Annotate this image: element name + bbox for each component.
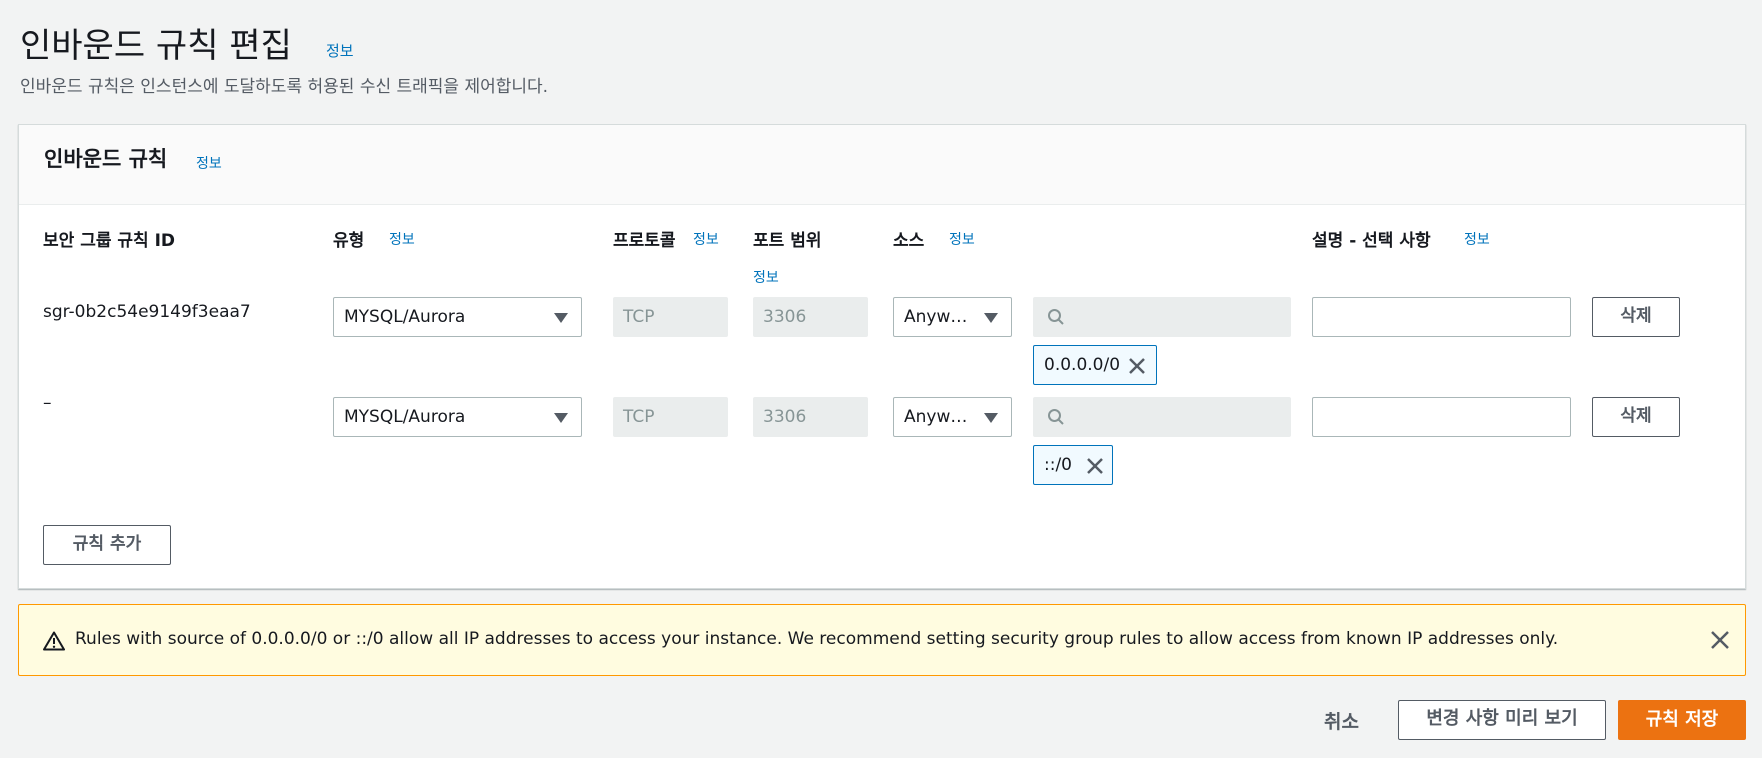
close-icon[interactable]: [1709, 629, 1731, 651]
port-range-field: 3306: [753, 297, 868, 337]
column-type: 유형: [333, 231, 365, 251]
column-rule-id: 보안 그룹 규칙 ID: [43, 231, 176, 251]
type-select[interactable]: MYSQL/Aurora: [333, 397, 582, 437]
caret-down-icon: [554, 413, 568, 423]
preview-changes-button[interactable]: 변경 사항 미리 보기: [1398, 700, 1606, 740]
panel-title: 인바운드 규칙: [44, 147, 168, 171]
type-select[interactable]: MYSQL/Aurora: [333, 297, 582, 337]
rule-id: sgr-0b2c54e9149f3eaa7: [43, 302, 251, 322]
column-protocol: 프로토콜: [613, 231, 676, 251]
cancel-button[interactable]: 취소: [1324, 707, 1359, 734]
column-source: 소스: [893, 231, 925, 251]
column-port-range: 포트 범위: [753, 231, 822, 251]
alert-message: Rules with source of 0.0.0.0/0 or ::/0 a…: [75, 629, 1559, 649]
column-source-info-link[interactable]: 정보: [949, 229, 975, 249]
column-description: 설명 - 선택 사항: [1312, 231, 1431, 251]
add-rule-button[interactable]: 규칙 추가: [43, 525, 171, 565]
description-input[interactable]: [1312, 297, 1571, 337]
type-select-value: MYSQL/Aurora: [344, 307, 466, 327]
caret-down-icon: [984, 313, 998, 323]
inbound-rules-panel: 인바운드 규칙 정보 보안 그룹 규칙 ID 유형 정보 프로토콜 정보 포트 …: [18, 124, 1746, 589]
description-input[interactable]: [1312, 397, 1571, 437]
warning-alert: Rules with source of 0.0.0.0/0 or ::/0 a…: [18, 604, 1746, 676]
search-icon: [1048, 409, 1064, 425]
source-token: ::/0: [1033, 445, 1113, 485]
close-icon[interactable]: [1086, 457, 1104, 475]
source-select[interactable]: Anyw…: [893, 297, 1012, 337]
source-search-input[interactable]: [1033, 297, 1291, 337]
caret-down-icon: [984, 413, 998, 423]
source-token-value: 0.0.0.0/0: [1044, 355, 1121, 375]
column-type-info-link[interactable]: 정보: [389, 229, 415, 249]
save-rules-button[interactable]: 규칙 저장: [1618, 700, 1746, 740]
warning-icon: [43, 631, 65, 651]
panel-info-link[interactable]: 정보: [196, 153, 222, 173]
delete-button[interactable]: 삭제: [1592, 397, 1680, 437]
type-select-value: MYSQL/Aurora: [344, 407, 466, 427]
source-select[interactable]: Anyw…: [893, 397, 1012, 437]
column-description-info-link[interactable]: 정보: [1464, 229, 1490, 249]
source-token-value: ::/0: [1044, 455, 1072, 475]
port-range-field: 3306: [753, 397, 868, 437]
panel-header: [19, 125, 1745, 205]
page-subtitle: 인바운드 규칙은 인스턴스에 도달하도록 허용된 수신 트래픽을 제어합니다.: [20, 77, 549, 97]
rule-id: –: [43, 393, 52, 413]
protocol-field: TCP: [613, 297, 728, 337]
source-search-input[interactable]: [1033, 397, 1291, 437]
column-protocol-info-link[interactable]: 정보: [693, 229, 719, 249]
caret-down-icon: [554, 313, 568, 323]
search-icon: [1048, 309, 1064, 325]
page-info-link[interactable]: 정보: [326, 40, 354, 61]
source-token: 0.0.0.0/0: [1033, 345, 1157, 385]
source-select-value: Anyw…: [904, 307, 968, 327]
close-icon[interactable]: [1128, 357, 1146, 375]
protocol-field: TCP: [613, 397, 728, 437]
delete-button[interactable]: 삭제: [1592, 297, 1680, 337]
column-port-range-info-link[interactable]: 정보: [753, 267, 779, 287]
source-select-value: Anyw…: [904, 407, 968, 427]
page-title: 인바운드 규칙 편집: [20, 26, 292, 66]
